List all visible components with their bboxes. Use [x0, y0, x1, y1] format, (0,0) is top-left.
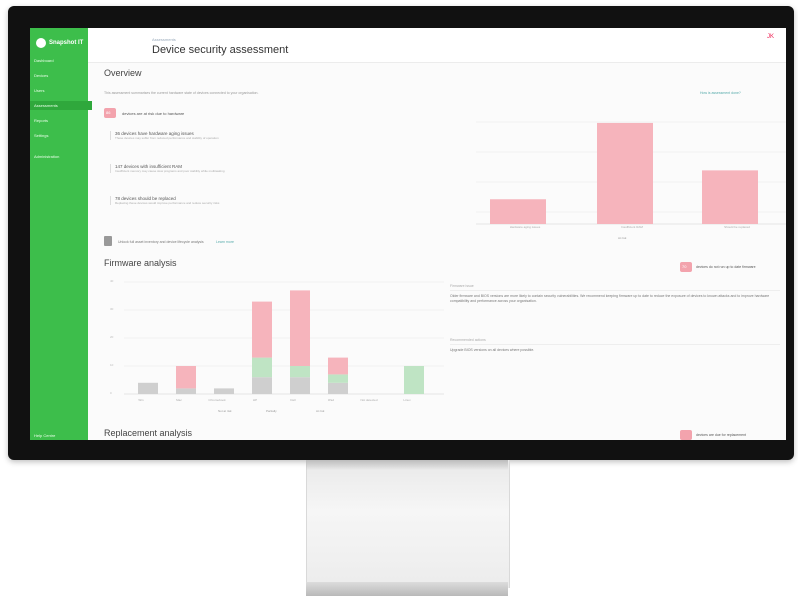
app-screen: Snapshot IT Dashboard Devices Users Asse…	[30, 28, 786, 440]
firmware-x-label: iPad	[327, 398, 334, 402]
risk-badge-value: 86	[106, 110, 111, 115]
firmware-bar-segment	[290, 290, 310, 366]
firmware-heading: Firmware analysis	[104, 258, 177, 268]
firmware-x-label: Not detected	[360, 398, 378, 402]
sidebar-item-devices[interactable]: Devices	[34, 71, 82, 80]
firmware-x-label: Chromebook	[208, 398, 226, 402]
overview-bar-aging	[490, 199, 546, 224]
issue-item: 147 devices with insufficient RAM Insuff…	[110, 164, 295, 173]
sidebar-item-users[interactable]: Users	[34, 86, 82, 95]
overview-heading: Overview	[104, 68, 142, 78]
firmware-bar-segment	[252, 301, 272, 358]
issue-description: Insufficient memory may cause slow progr…	[115, 169, 225, 173]
brand-name: Snapshot IT	[49, 40, 84, 46]
issue-item: 78 devices should be replaced Replacing …	[110, 196, 295, 205]
firmware-chart	[124, 281, 444, 395]
monitor-stand-base	[306, 582, 508, 596]
device-icon	[104, 236, 112, 246]
sidebar-item-administration[interactable]: Administration	[34, 152, 82, 161]
firmware-bar-segment	[252, 357, 272, 378]
top-bar: Assessments Device security assessment J…	[88, 28, 786, 63]
firmware-side-subtitle: Recommended actions	[450, 338, 486, 342]
y-tick: 40	[110, 279, 114, 283]
overview-legend: At risk	[618, 236, 627, 240]
learn-more-link[interactable]: Learn more	[216, 240, 234, 244]
sidebar-item-reports[interactable]: Reports	[34, 116, 82, 125]
firmware-x-label: Linux	[403, 398, 411, 402]
firmware-bar-segment	[328, 357, 348, 375]
firmware-bar-segment	[138, 382, 158, 394]
user-menu-button[interactable]: JK	[767, 34, 774, 40]
replacement-badge-text: devices are due for replacement	[696, 433, 746, 437]
sidebar-item-settings[interactable]: Settings	[34, 131, 82, 140]
divider	[450, 344, 780, 345]
firmware-badge-value: 70	[682, 264, 687, 269]
sidebar: Snapshot IT Dashboard Devices Users Asse…	[30, 28, 92, 440]
app-logo[interactable]: Snapshot IT	[36, 38, 83, 48]
firmware-x-label: Dell	[290, 398, 296, 402]
issue-item: 36 devices have hardware aging issues Th…	[110, 131, 295, 140]
firmware-badge-text: devices do not run up to date firmware	[696, 265, 756, 269]
firmware-bar-segment	[290, 366, 310, 378]
firmware-side-action: Upgrade BIOS versions on all devices whe…	[450, 348, 535, 352]
y-tick: 20	[110, 335, 114, 339]
how-assessment-link[interactable]: How is assessment done?	[700, 91, 741, 95]
y-tick: 30	[110, 307, 114, 311]
y-tick: 0	[110, 391, 112, 395]
sidebar-item-dashboard[interactable]: Dashboard	[34, 56, 82, 65]
firmware-bar-segment	[290, 377, 310, 394]
firmware-bar-segment	[328, 374, 348, 383]
firmware-x-label: Mac	[176, 398, 182, 402]
firmware-x-label: Win	[138, 398, 144, 402]
firmware-bar-segment	[404, 366, 424, 394]
legend-partially: Partially	[266, 409, 277, 413]
page-title: Device security assessment	[152, 44, 289, 56]
logo-icon	[36, 38, 46, 48]
risk-badge-text: devices are at risk due to hardware	[122, 111, 185, 116]
monitor-stand	[306, 460, 510, 588]
legend-not-at-risk: Not at risk	[218, 409, 232, 413]
overview-bar-replace	[702, 170, 758, 224]
firmware-bar-segment	[176, 388, 196, 394]
replacement-badge	[680, 430, 692, 440]
issue-description: These devices may suffer from reduced pe…	[115, 136, 219, 140]
unlock-text: Unlock full asset inventory and device l…	[118, 240, 204, 244]
firmware-bar-segment	[252, 377, 272, 394]
issue-description: Replacing these devices would improve pe…	[115, 201, 220, 205]
firmware-x-label: HP	[252, 398, 258, 402]
firmware-bar-segment	[328, 382, 348, 394]
firmware-bar-segment	[176, 366, 196, 389]
divider	[450, 290, 780, 291]
sidebar-footer-help[interactable]: Help Centre	[34, 433, 55, 438]
overview-chart	[476, 121, 786, 225]
overview-x-label: Should be replaced	[724, 225, 750, 229]
firmware-bar-segment	[214, 388, 234, 394]
overview-intro: This assessment summarises the current h…	[104, 91, 259, 95]
firmware-side-title: Firmware issue	[450, 284, 474, 288]
overview-x-label: Hardware aging issues	[509, 225, 541, 229]
stand-shadow	[306, 460, 508, 470]
replacement-heading: Replacement analysis	[104, 428, 193, 438]
firmware-bars	[138, 290, 424, 394]
firmware-side-text: Older firmware and BIOS versions are mor…	[450, 294, 770, 303]
overview-bar-ram	[597, 122, 653, 224]
overview-x-label: Insufficient RAM	[621, 225, 643, 229]
sidebar-item-assessments[interactable]: Assessments	[30, 101, 92, 110]
legend-at-risk: At risk	[316, 409, 325, 413]
breadcrumb[interactable]: Assessments	[152, 37, 176, 42]
y-tick: 10	[110, 363, 114, 367]
